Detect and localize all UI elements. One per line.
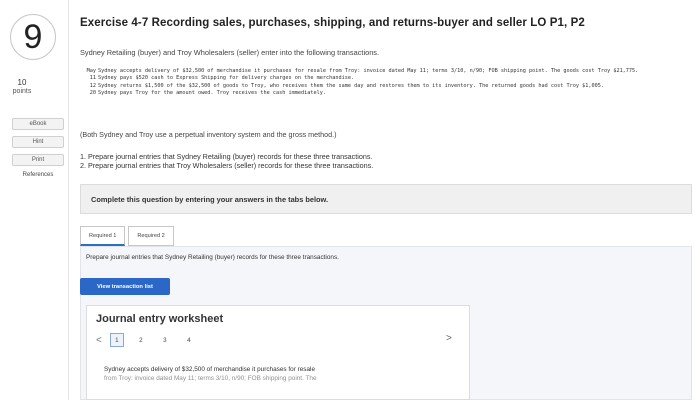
transaction-item: May 11 Sydney accepts delivery of $32,50… bbox=[82, 68, 642, 82]
exercise-title: Exercise 4-7 Recording sales, purchases,… bbox=[80, 17, 585, 29]
worksheet-pager: < 1 2 3 4 bbox=[96, 333, 206, 347]
transaction-text: Sydney pays Troy for the amount owed. Tr… bbox=[98, 90, 326, 97]
worksheet-page-2[interactable]: 2 bbox=[134, 333, 148, 347]
inventory-note: (Both Sydney and Troy use a perpetual in… bbox=[80, 130, 337, 139]
requirement-item: 1. Prepare journal entries that Sydney R… bbox=[80, 152, 373, 161]
points-value: 10 bbox=[17, 78, 27, 87]
hint-button[interactable]: Hint bbox=[12, 136, 64, 148]
transaction-item: 20 Sydney pays Troy for the amount owed.… bbox=[82, 90, 642, 97]
transaction-item: 12 Sydney returns $1,500 of the $32,500 … bbox=[82, 83, 642, 90]
tab-required-2[interactable]: Required 2 bbox=[128, 226, 174, 246]
print-button[interactable]: Print bbox=[12, 154, 64, 166]
requirement-tabs: Required 1 Required 2 bbox=[80, 226, 177, 246]
problem-intro: Sydney Retailing (buyer) and Troy Wholes… bbox=[80, 48, 380, 57]
view-transaction-list-button[interactable]: View transaction list bbox=[80, 278, 170, 295]
transaction-list: May 11 Sydney accepts delivery of $32,50… bbox=[82, 68, 642, 98]
previous-arrow-icon[interactable]: < bbox=[96, 335, 102, 346]
sidebar-divider bbox=[68, 0, 69, 400]
requirements-list: 1. Prepare journal entries that Sydney R… bbox=[80, 152, 373, 170]
references-link[interactable]: References bbox=[12, 172, 64, 178]
points-box: 10 points bbox=[6, 78, 38, 96]
transaction-text: Sydney accepts delivery of $32,500 of me… bbox=[98, 68, 639, 81]
worksheet-page-4[interactable]: 4 bbox=[182, 333, 196, 347]
requirement-item: 2. Prepare journal entries that Troy Who… bbox=[80, 161, 374, 170]
transaction-day: 20 bbox=[89, 90, 96, 97]
worksheet-page-1[interactable]: 1 bbox=[109, 333, 124, 347]
transaction-text: Sydney returns $1,500 of the $32,500 of … bbox=[98, 82, 604, 89]
tabs-instruction: Complete this question by entering your … bbox=[80, 184, 692, 214]
ebook-button[interactable]: eBook bbox=[12, 118, 64, 130]
next-arrow-icon[interactable]: > bbox=[446, 333, 452, 344]
question-number: 9 bbox=[10, 14, 56, 60]
tab-instruction: Prepare journal entries that Sydney Reta… bbox=[86, 254, 339, 261]
worksheet-description-continued: from Troy: invoice dated May 11; terms 3… bbox=[104, 375, 317, 382]
worksheet-page-3[interactable]: 3 bbox=[158, 333, 172, 347]
points-label: points bbox=[12, 88, 32, 95]
transaction-day: May 11 bbox=[86, 68, 96, 81]
transaction-day: 12 bbox=[89, 82, 96, 89]
worksheet-description: Sydney accepts delivery of $32,500 of me… bbox=[104, 366, 316, 373]
tab-required-1[interactable]: Required 1 bbox=[80, 226, 126, 246]
worksheet-title: Journal entry worksheet bbox=[96, 313, 224, 325]
